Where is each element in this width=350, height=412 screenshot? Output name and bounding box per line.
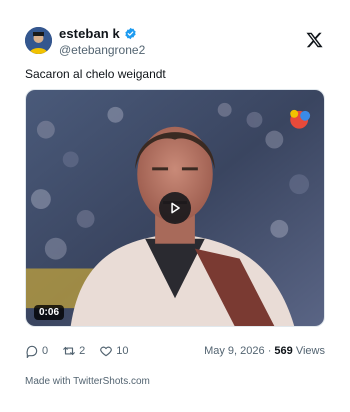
video-duration: 0:06 (34, 305, 65, 320)
views-count: 569 (274, 345, 293, 357)
reply-action[interactable]: 0 (25, 344, 48, 358)
author-name-row: esteban k (59, 26, 137, 41)
meta-separator: · (267, 345, 272, 357)
retweet-count: 2 (79, 345, 86, 357)
reply-icon (26, 345, 38, 358)
like-count: 10 (116, 345, 129, 357)
views-label: Views (295, 345, 325, 357)
avatar[interactable] (25, 27, 52, 54)
reply-count: 0 (42, 345, 49, 357)
tweet-date[interactable]: May 9, 2026 (204, 345, 265, 357)
retweet-action[interactable]: 2 (62, 344, 85, 358)
video-player[interactable]: 0:06 (25, 89, 325, 327)
footer-credit[interactable]: Made with TwitterShots.com (25, 376, 150, 387)
author-handle[interactable]: @etebangrone2 (59, 43, 145, 57)
avatar-image (25, 27, 52, 54)
play-button[interactable] (159, 192, 191, 224)
tweet-card: esteban k @etebangrone2 Sacaron al chelo… (0, 0, 350, 412)
heart-icon (100, 346, 113, 357)
x-logo-icon[interactable] (305, 31, 324, 49)
retweet-icon (63, 346, 75, 356)
tweet-meta: May 9, 2026 · 569 Views (204, 345, 325, 357)
play-icon (171, 202, 180, 214)
author-display-name[interactable]: esteban k (59, 26, 120, 41)
like-action[interactable]: 10 (99, 344, 129, 358)
tweet-text: Sacaron al chelo weigandt (25, 67, 166, 81)
engagement-bar: 0 2 10 (25, 344, 129, 358)
verified-badge-icon (125, 27, 136, 40)
